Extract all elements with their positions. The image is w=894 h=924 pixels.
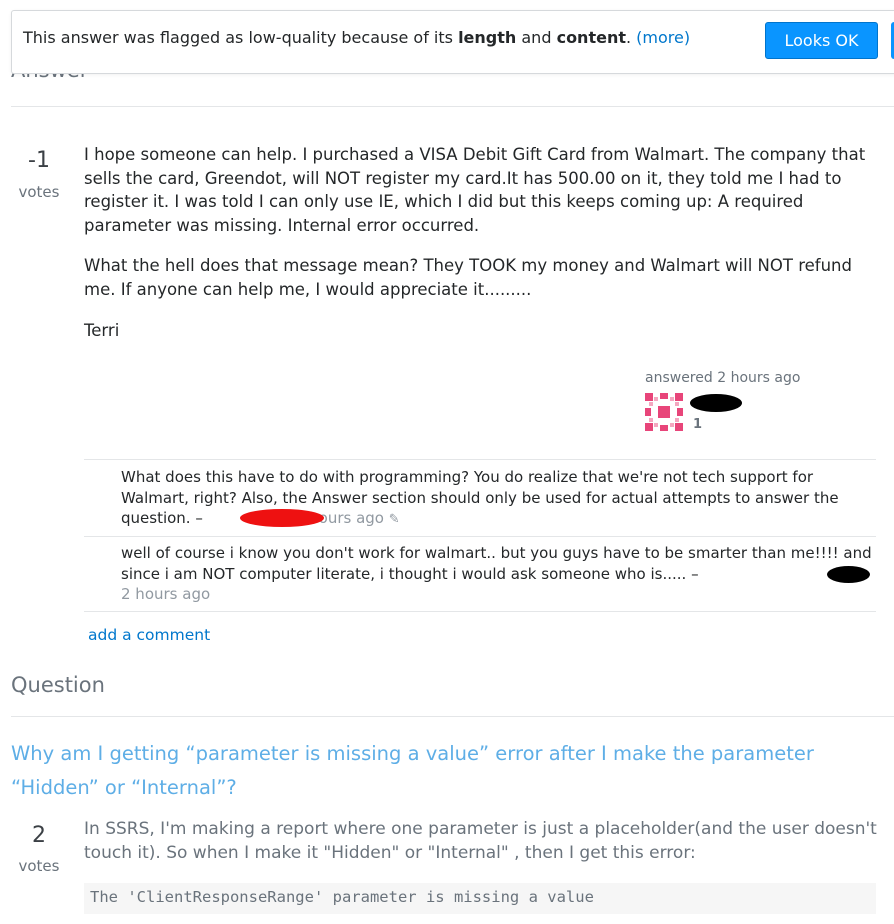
review-and: and (521, 28, 552, 47)
comments-top-divider (84, 459, 876, 460)
redacted-commenter-1 (240, 509, 324, 527)
review-more-link[interactable]: (more) (636, 28, 690, 47)
comment-divider (84, 536, 876, 537)
question-title-link[interactable]: Why am I getting “parameter is missing a… (11, 737, 871, 805)
review-message-prefix: This answer was flagged as low-quality b… (23, 28, 453, 47)
comment-2-time[interactable]: 2 hours ago (121, 585, 210, 603)
answer-heading-divider (11, 106, 894, 107)
question-votes-label: votes (18, 857, 60, 875)
answered-time[interactable]: 2 hours ago (717, 370, 800, 386)
comment-1: What does this have to do with programmi… (121, 467, 873, 531)
pencil-icon[interactable]: ✎ (389, 512, 400, 527)
looks-ok-button[interactable]: Looks OK (765, 22, 878, 59)
answer-votes-label: votes (18, 183, 60, 201)
comments-bottom-divider (84, 611, 876, 612)
question-code-block: The 'ClientResponseRange' parameter is m… (84, 883, 876, 914)
answer-paragraph-2: What the hell does that message mean? Th… (84, 256, 852, 299)
comment-1-text: What does this have to do with programmi… (121, 468, 839, 527)
add-comment-link[interactable]: add a comment (88, 626, 210, 644)
comment-2-text: well of course i know you don't work for… (121, 544, 872, 583)
redacted-commenter-2 (827, 566, 870, 583)
answer-paragraph-3: Terri (84, 321, 120, 340)
answer-paragraph-1: I hope someone can help. I purchased a V… (84, 145, 866, 235)
question-body: In SSRS, I'm making a report where one p… (84, 819, 877, 863)
review-banner: This answer was flagged as low-quality b… (11, 10, 894, 74)
answered-label: answered (645, 370, 713, 386)
user-avatar[interactable] (645, 393, 683, 431)
question-section-heading: Question (11, 673, 105, 697)
redacted-username (690, 394, 742, 412)
review-message: This answer was flagged as low-quality b… (23, 28, 691, 47)
answer-vote-count: -1 (28, 148, 50, 173)
review-bold-length: length (458, 28, 517, 47)
user-reputation: 1 (693, 417, 703, 432)
question-vote-count: 2 (32, 823, 46, 848)
answer-signature-action: answered 2 hours ago (645, 370, 800, 386)
review-bold-content: content (556, 28, 626, 47)
comment-2: well of course i know you don't work for… (121, 543, 873, 605)
question-heading-divider (11, 716, 894, 717)
